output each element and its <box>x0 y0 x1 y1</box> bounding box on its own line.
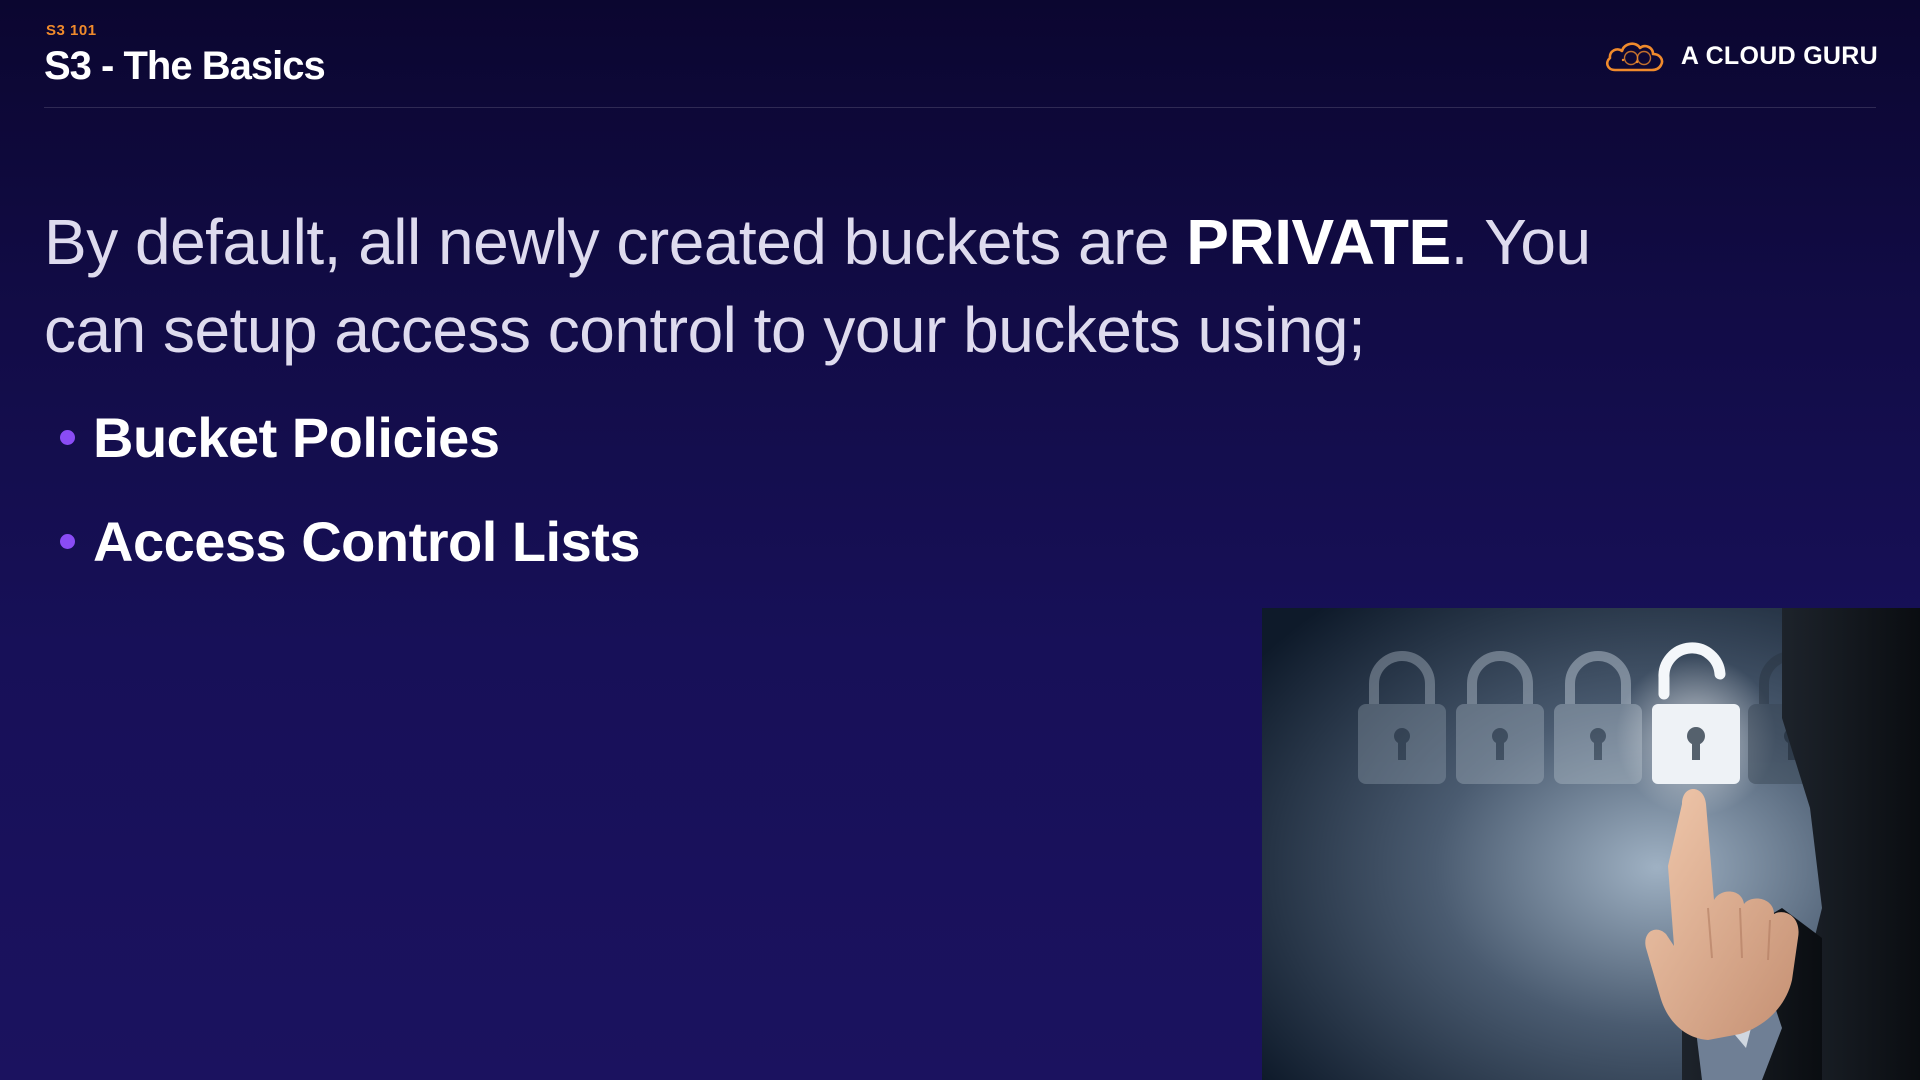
intro-paragraph: By default, all newly created buckets ar… <box>44 198 1684 374</box>
header-divider <box>44 107 1876 108</box>
bullet-dot-icon <box>60 429 75 445</box>
slide-title: S3 - The Basics <box>44 44 326 88</box>
bullet-label: Bucket Policies <box>93 405 500 469</box>
cloud-logo-icon <box>1605 42 1664 72</box>
intro-text-before: By default, all newly created buckets ar… <box>44 206 1187 278</box>
slide-eyebrow: S3 101 <box>46 22 97 39</box>
brand-logo-group: A CLOUD GURU <box>1603 36 1878 76</box>
list-item: Access Control Lists <box>60 506 641 576</box>
bullet-dot-icon <box>60 533 75 549</box>
list-item: Bucket Policies <box>60 402 640 472</box>
intro-emphasis: PRIVATE <box>1186 206 1451 278</box>
bullet-label: Access Control Lists <box>93 509 641 573</box>
bullet-list: Bucket Policies Access Control Lists <box>60 402 641 610</box>
hand-touching-unlocked-padlock-image <box>1262 608 1920 1080</box>
security-photo <box>1262 608 1920 1080</box>
brand-name: A CLOUD GURU <box>1680 41 1878 70</box>
